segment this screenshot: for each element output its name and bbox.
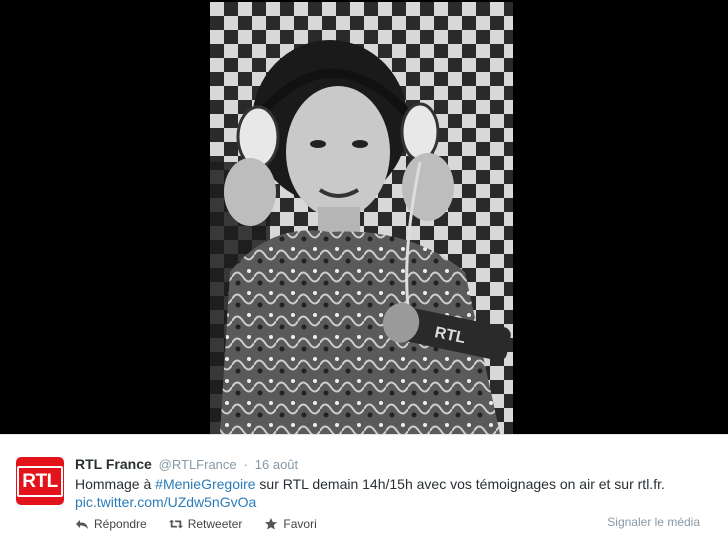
star-icon bbox=[265, 518, 278, 530]
favorite-label: Favori bbox=[283, 517, 317, 531]
hashtag-link[interactable]: #MenieGregoire bbox=[155, 476, 255, 492]
rtl-logo: RTL bbox=[17, 465, 63, 497]
favorite-button[interactable]: Favori bbox=[264, 517, 317, 531]
pic-link[interactable]: pic.twitter.com/UZdw5nGvOa bbox=[75, 494, 256, 510]
reply-icon bbox=[76, 520, 88, 529]
tweet-photo[interactable]: RTL bbox=[210, 2, 513, 434]
report-media-link[interactable]: Signaler le média bbox=[607, 515, 700, 529]
retweet-button[interactable]: Retweeter bbox=[168, 517, 243, 531]
tweet-card: RTL RTL France @RTLFrance · 16 août Homm… bbox=[0, 434, 728, 551]
reply-label: Répondre bbox=[94, 517, 147, 531]
media-area: RTL bbox=[0, 0, 728, 434]
tweet-text-end: sur RTL demain 14h/15h avec vos témoigna… bbox=[255, 476, 665, 492]
tweet-media-view: RTL RTL RTL France @RTLFrance · 16 août … bbox=[0, 0, 728, 551]
retweet-label: Retweeter bbox=[187, 517, 243, 531]
tweet-content: RTL France @RTLFrance · 16 août Hommage … bbox=[75, 455, 705, 511]
account-fullname[interactable]: RTL France bbox=[75, 456, 152, 472]
photo-illustration: RTL bbox=[210, 2, 513, 434]
separator: · bbox=[243, 457, 248, 472]
reply-button[interactable]: Répondre bbox=[75, 517, 147, 531]
tweet-text-start: Hommage à bbox=[75, 476, 156, 492]
avatar[interactable]: RTL bbox=[16, 457, 64, 505]
account-username[interactable]: @RTLFrance bbox=[159, 457, 237, 472]
tweet-header: RTL France @RTLFrance · 16 août bbox=[75, 455, 705, 474]
tweet-text: Hommage à #MenieGregoire sur RTL demain … bbox=[75, 475, 705, 511]
timestamp[interactable]: 16 août bbox=[255, 457, 298, 472]
retweet-icon bbox=[168, 519, 183, 529]
